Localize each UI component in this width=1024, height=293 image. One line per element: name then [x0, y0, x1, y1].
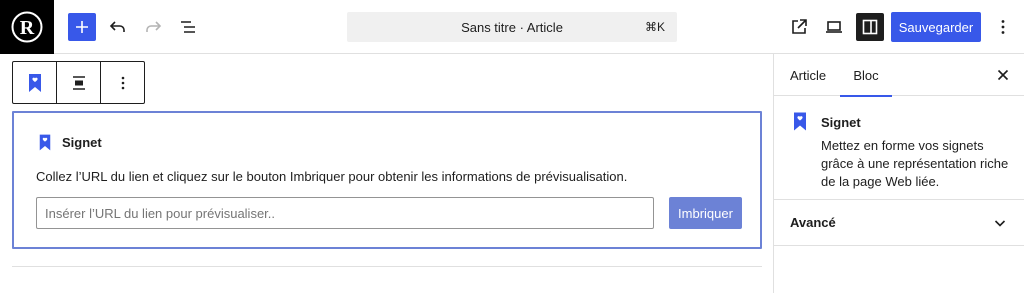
sidebar-icon: [862, 19, 878, 35]
more-vertical-icon: [121, 76, 124, 89]
close-icon: [997, 69, 1009, 81]
bookmark-icon: [39, 134, 51, 151]
close-sidebar-button[interactable]: [995, 67, 1011, 83]
block-align-button[interactable]: [57, 62, 101, 103]
embed-submit-button[interactable]: Imbriquer: [669, 197, 742, 229]
bookmark-icon: [28, 73, 41, 92]
block-card-description: Mettez en forme vos signets grâce à une …: [821, 138, 1009, 189]
desktop-icon: [826, 21, 842, 33]
chevron-down-icon: [994, 220, 1006, 227]
undo-button[interactable]: [104, 13, 132, 41]
document-title: Sans titre · Article: [461, 20, 563, 35]
embed-header: Signet: [38, 133, 102, 152]
redo-icon: [146, 21, 162, 32]
preview-external-button[interactable]: [785, 13, 813, 41]
site-logo-icon: R: [11, 11, 43, 43]
block-card: Signet Mettez en forme vos signets grâce…: [774, 96, 1024, 200]
embed-url-input[interactable]: [36, 197, 654, 229]
sidebar-tabs: Article Bloc: [774, 54, 1024, 97]
site-logo-button[interactable]: R: [0, 0, 54, 54]
settings-sidebar-toggle[interactable]: [856, 13, 884, 41]
external-link-icon: [792, 19, 807, 34]
block-card-title: Signet: [821, 115, 861, 130]
command-shortcut: ⌘K: [644, 20, 665, 34]
embed-instructions: Collez l’URL du lien et cliquez sur le b…: [36, 169, 628, 184]
add-block-button[interactable]: [68, 13, 96, 41]
plus-icon: [76, 21, 88, 33]
more-vertical-icon: [1001, 20, 1005, 34]
command-palette-button[interactable]: Sans titre · Article ⌘K: [347, 12, 677, 42]
undo-icon: [109, 21, 125, 32]
editor-divider: [12, 266, 762, 267]
block-options-button[interactable]: [101, 62, 144, 103]
tab-article[interactable]: Article: [790, 54, 826, 96]
block-type-button[interactable]: [13, 62, 57, 103]
list-view-icon: [181, 21, 195, 33]
align-center-icon: [72, 75, 85, 90]
document-overview-button[interactable]: [174, 13, 202, 41]
advanced-panel-label: Avancé: [790, 215, 836, 230]
block-toolbar: [12, 61, 145, 104]
bookmark-icon: [794, 112, 806, 131]
settings-sidebar: Article Bloc Signet Mettez en forme vos …: [773, 54, 1024, 293]
device-preview-button[interactable]: [820, 13, 848, 41]
advanced-panel-toggle[interactable]: Avancé: [774, 200, 1024, 246]
embed-title: Signet: [62, 135, 102, 150]
options-menu-button[interactable]: [989, 13, 1017, 41]
svg-text:R: R: [20, 17, 35, 39]
tab-block[interactable]: Bloc: [840, 54, 892, 97]
save-button[interactable]: Sauvegarder: [891, 12, 981, 42]
redo-button[interactable]: [139, 13, 167, 41]
bookmark-embed-block[interactable]: Signet Collez l’URL du lien et cliquez s…: [12, 111, 762, 249]
editor-top-bar: R Sans titre · Article ⌘K Sauvegarder: [0, 0, 1024, 54]
